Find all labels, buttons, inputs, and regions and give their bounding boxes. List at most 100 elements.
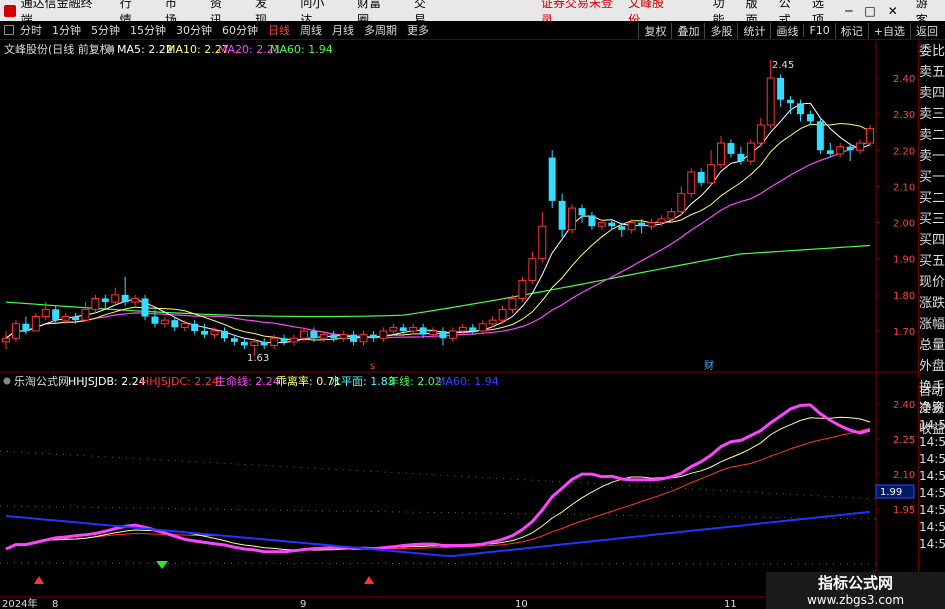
main-panel-title: 文峰股份(日线 前复权): [4, 42, 115, 56]
period-15min[interactable]: 15分钟: [130, 22, 166, 38]
ref-dotted-line: [0, 505, 877, 520]
main-ytick-label: 2.30: [893, 110, 915, 121]
high-price-label: 2.45: [772, 60, 794, 71]
candle-body-up: [131, 297, 140, 303]
candle-body-up: [717, 142, 726, 166]
quote-side-panel: 委比 卖五 卖四 卖三 卖二 卖一 买一 买二 买三 买四 买五 现价 涨跌 涨幅 总量 外盘 换手 净资 收益: [918, 41, 945, 437]
indicator-lifeline: 生命线: 2.24: [215, 374, 280, 388]
candle-body-up: [61, 316, 70, 321]
candle-body-up: [270, 337, 279, 346]
quote-field: 卖五: [919, 65, 945, 80]
candle-body-down: [171, 320, 179, 328]
sub-indicator-lines: [0, 403, 877, 584]
trade-tick[interactable]: 交易: [919, 400, 945, 417]
sell-signal-icon: [156, 561, 168, 569]
sub-settings-dot-icon[interactable]: [3, 377, 11, 385]
quote-field: 卖一: [919, 149, 945, 164]
indicator-water-level: 水平面: 1.83: [330, 375, 395, 388]
statistics-button[interactable]: 统计: [737, 22, 770, 39]
main-ytick-label: 2.20: [893, 146, 915, 157]
candle-body-up: [448, 330, 457, 339]
main-ytick-label: 1.80: [893, 291, 915, 302]
candle-body-down: [230, 338, 238, 342]
candle-body-down: [240, 341, 248, 346]
marker-s: s: [370, 361, 375, 372]
candle-body-down: [22, 323, 30, 331]
adjust-button[interactable]: 复权: [638, 22, 671, 39]
candle-body-down: [350, 334, 358, 342]
trade-tick: 14:56: [919, 503, 945, 517]
close-icon[interactable]: ✕: [888, 4, 898, 18]
minimize-icon[interactable]: ─: [845, 4, 852, 18]
trade-tick: 14:56: [919, 452, 945, 466]
candle-body-up: [627, 222, 636, 231]
candle-body-up: [707, 164, 716, 184]
ma20-line: [5, 140, 871, 339]
main-ytick-label: 1.70: [893, 327, 915, 338]
period-more[interactable]: 更多: [407, 22, 429, 38]
candle-body-down: [419, 327, 427, 335]
maximize-icon[interactable]: □: [864, 4, 875, 18]
quote-field: 买五: [919, 254, 945, 269]
overlay-button[interactable]: 叠加: [671, 22, 704, 39]
period-1min[interactable]: 1分钟: [52, 22, 81, 38]
candle-body-down: [201, 331, 209, 335]
xaxis-year: 2024年: [2, 597, 37, 609]
marker-finance[interactable]: 财: [704, 359, 714, 372]
quote-field: 总量: [919, 338, 945, 353]
period-5min[interactable]: 5分钟: [91, 22, 120, 38]
watermark-url: www.zbgs3.com: [806, 593, 905, 607]
candle-body-down: [806, 114, 814, 122]
current-value-label: 1.99: [880, 487, 902, 498]
trade-tick: 14:56: [919, 486, 945, 500]
low-price-label: 1.63: [247, 353, 269, 364]
candle-body-up: [597, 222, 606, 227]
candle-body-up: [339, 334, 348, 339]
candle-body-up: [528, 258, 537, 281]
indicator-hhjsjdc: HHJSJDC: 2.24: [141, 375, 219, 388]
trade-tick: 14:56: [919, 537, 945, 551]
period-toolbar: 分时 1分钟 5分钟 15分钟 30分钟 60分钟 日线 周线 月线 多周期 更…: [0, 21, 945, 40]
candle-body-up: [667, 211, 676, 220]
main-ytick-label: 2.40: [893, 74, 915, 85]
candle-body-up: [210, 330, 219, 336]
sub-ytick-label: 2.10: [893, 470, 915, 481]
ma60-label: MA60: 1.94: [270, 43, 333, 56]
ma60-line: [5, 244, 871, 318]
candle-body-down: [588, 215, 596, 227]
period-monthly[interactable]: 月线: [332, 22, 354, 38]
toggle-panel-icon[interactable]: [4, 25, 14, 35]
settings-dot-icon[interactable]: [106, 45, 114, 53]
candle-body-down: [280, 338, 288, 342]
period-multi[interactable]: 多周期: [364, 22, 397, 38]
sub-ytick-label: 2.40: [893, 400, 915, 411]
multi-stock-button[interactable]: 多股: [704, 22, 737, 39]
back-button[interactable]: 返回: [910, 22, 943, 39]
candle-body-up: [866, 128, 874, 144]
f10-button[interactable]: F10: [803, 24, 834, 37]
site-watermark: 指标公式网 www.zbgs3.com: [766, 572, 945, 609]
period-intraday[interactable]: 分时: [20, 22, 42, 38]
mark-button[interactable]: 标记: [834, 22, 868, 39]
candle-body-down: [548, 157, 556, 201]
quote-field: 外盘: [919, 359, 945, 374]
hhjsjdc-line: [5, 427, 871, 550]
quote-field: 卖二: [919, 128, 945, 143]
candle-body-down: [777, 78, 785, 100]
trade-tick[interactable]: 自动: [919, 383, 945, 400]
kline-chart[interactable]: 文峰股份(日线 前复权) MA5: 2.22 MA10: 2.27 MA20: …: [0, 41, 945, 609]
candle-body-up: [836, 146, 845, 155]
add-watchlist-button[interactable]: +自选: [867, 22, 910, 39]
candle-body-up: [91, 297, 100, 310]
draw-line-button[interactable]: 画线: [770, 22, 803, 39]
candle-body-down: [141, 298, 149, 317]
candle-body-up: [478, 323, 487, 332]
period-weekly[interactable]: 周线: [300, 22, 322, 38]
candle-body-up: [856, 142, 865, 151]
period-60min[interactable]: 60分钟: [222, 22, 258, 38]
period-30min[interactable]: 30分钟: [176, 22, 212, 38]
title-bar: 通达信金融终端 行情 市场 资讯 发现 问小达 财富圈 交易 证券交易未登录 文…: [0, 0, 945, 27]
sub-panel-title: 乐淘公式网: [14, 375, 69, 388]
candle-body-up: [647, 222, 656, 227]
period-daily[interactable]: 日线: [268, 22, 290, 38]
